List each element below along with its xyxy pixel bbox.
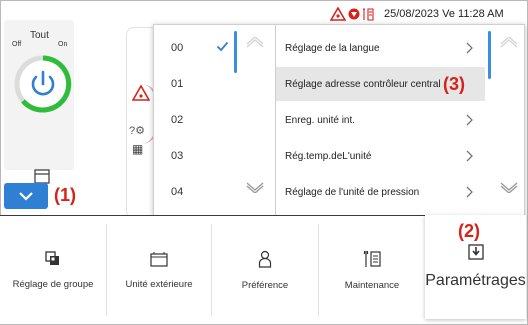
outdoor-unit-icon xyxy=(150,251,168,267)
settings-column: Réglage de la langue Réglage adresse con… xyxy=(276,25,524,215)
number-scrollbar[interactable] xyxy=(234,31,237,73)
status-bar: 25/08/2023 Ve 11:28 AM xyxy=(330,5,504,23)
network-icon xyxy=(348,8,360,20)
setting-item[interactable]: Réglage de l'unité de pression xyxy=(276,175,485,209)
number-item[interactable]: 00 xyxy=(154,31,234,65)
scroll-down-icon[interactable] xyxy=(245,181,265,193)
chevron-right-icon xyxy=(466,114,473,126)
grid-icon: ▦ xyxy=(132,142,144,156)
setting-item[interactable]: Enreg. unité int. xyxy=(276,103,485,137)
warning-icon xyxy=(132,85,150,101)
number-item[interactable]: 03 xyxy=(154,139,234,173)
scroll-down-icon[interactable] xyxy=(499,181,519,193)
on-label: On xyxy=(58,41,68,48)
maintenance-status-icon xyxy=(362,7,374,21)
number-item[interactable]: 02 xyxy=(154,103,234,137)
power-toggle[interactable] xyxy=(14,55,72,113)
callout-3: (3) xyxy=(443,74,465,94)
setting-item[interactable]: Réglage de la langue xyxy=(276,31,485,65)
chevron-right-icon xyxy=(466,186,473,198)
scroll-up-icon[interactable] xyxy=(245,37,265,49)
number-column: 00 01 02 03 04 xyxy=(154,25,276,215)
callout-2: (2) xyxy=(458,221,480,241)
nav-maintenance[interactable]: Maintenance xyxy=(319,216,425,324)
off-label: Off xyxy=(12,41,22,48)
nav-preference[interactable]: Préférence xyxy=(212,216,318,324)
group-settings-icon xyxy=(45,250,59,265)
settings-download-icon xyxy=(467,244,484,260)
chevron-down-icon xyxy=(19,192,33,201)
settings-scrollbar[interactable] xyxy=(488,31,491,79)
expand-menu-button[interactable] xyxy=(4,183,48,209)
alarm-icon[interactable] xyxy=(330,7,346,21)
callout-1: (1) xyxy=(54,185,76,205)
settings-popup: 00 01 02 03 04 Réglage de la langue Régl… xyxy=(153,24,525,216)
nav-outdoor-unit[interactable]: Unité extérieure xyxy=(107,216,211,324)
chevron-right-icon xyxy=(466,42,473,54)
check-icon xyxy=(216,41,229,52)
preference-icon xyxy=(258,250,272,268)
number-item[interactable]: 01 xyxy=(154,67,234,101)
nav-group-settings[interactable]: Réglage de groupe xyxy=(0,216,106,324)
chevron-right-icon xyxy=(466,150,473,162)
group-label: Tout xyxy=(30,30,49,41)
datetime: 25/08/2023 Ve 11:28 AM xyxy=(384,8,504,20)
setting-item[interactable]: Rég.temp.deL'unité xyxy=(276,139,485,173)
scroll-up-icon[interactable] xyxy=(499,37,519,49)
maintenance-icon xyxy=(363,250,381,267)
unknown-status-icon: ?⚙ xyxy=(129,125,145,137)
number-item[interactable]: 04 xyxy=(154,175,234,209)
